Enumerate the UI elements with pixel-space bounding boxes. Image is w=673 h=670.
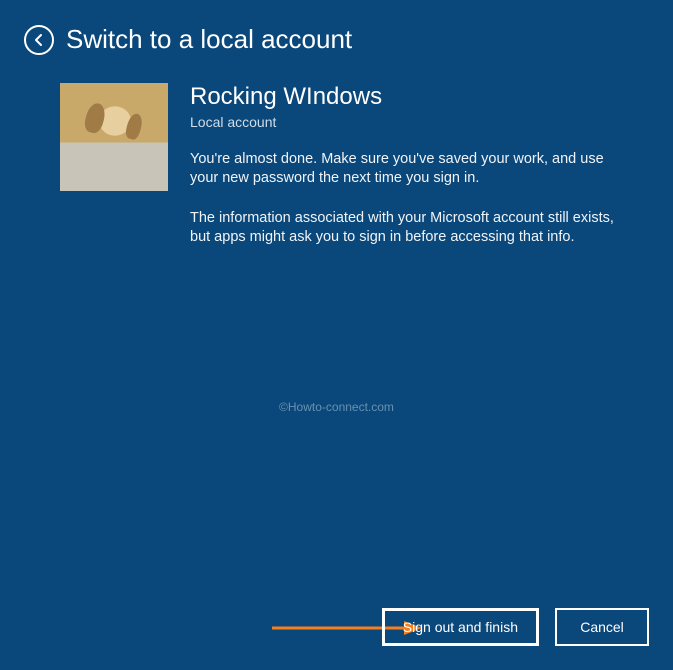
watermark: ©Howto-connect.com: [0, 400, 673, 414]
footer-buttons: Sign out and finish Cancel: [382, 608, 649, 646]
content-area: Rocking WIndows Local account You're alm…: [0, 55, 673, 248]
body-paragraph-1: You're almost done. Make sure you've sav…: [190, 150, 630, 189]
sign-out-and-finish-button[interactable]: Sign out and finish: [382, 608, 539, 646]
account-type-label: Local account: [190, 114, 630, 130]
body-paragraph-2: The information associated with your Mic…: [190, 209, 630, 248]
page-title: Switch to a local account: [66, 24, 352, 55]
cancel-button[interactable]: Cancel: [555, 608, 649, 646]
header: Switch to a local account: [0, 0, 673, 55]
account-info: Rocking WIndows Local account You're alm…: [190, 83, 630, 248]
arrow-left-icon: [32, 33, 46, 47]
avatar: [60, 83, 168, 191]
back-button[interactable]: [24, 25, 54, 55]
user-name: Rocking WIndows: [190, 83, 630, 112]
